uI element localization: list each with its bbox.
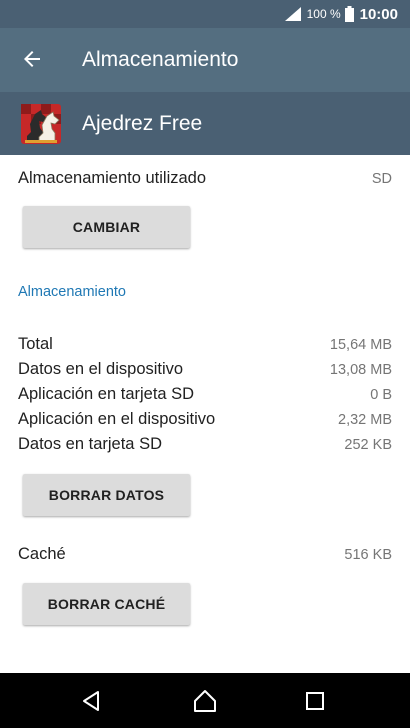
storage-row-sd-data: Datos en tarjeta SD 252 KB bbox=[18, 435, 392, 454]
storage-row-total: Total 15,64 MB bbox=[18, 335, 392, 354]
status-bar: 100 % 10:00 bbox=[0, 0, 410, 28]
storage-row-label: Datos en tarjeta SD bbox=[18, 435, 162, 453]
storage-row-device-data: Datos en el dispositivo 13,08 MB bbox=[18, 360, 392, 379]
clear-data-button[interactable]: BORRAR DATOS bbox=[23, 474, 190, 516]
storage-row-label: Aplicación en tarjeta SD bbox=[18, 385, 195, 403]
page-title: Almacenamiento bbox=[82, 48, 239, 71]
storage-row-value: 0 B bbox=[370, 386, 392, 403]
storage-row-label: Datos en el dispositivo bbox=[18, 360, 184, 378]
storage-used-label: Almacenamiento utilizado bbox=[18, 169, 207, 187]
storage-row-value: 13,08 MB bbox=[329, 361, 392, 378]
status-indicators: 100 % 10:00 bbox=[284, 0, 398, 28]
storage-row-value: 2,32 MB bbox=[338, 411, 392, 428]
change-button[interactable]: CAMBIAR bbox=[23, 206, 190, 248]
storage-row-value: 252 KB bbox=[344, 436, 392, 453]
clear-cache-button[interactable]: BORRAR CACHÉ bbox=[23, 583, 190, 625]
recents-icon[interactable] bbox=[303, 689, 327, 713]
back-triangle-icon[interactable] bbox=[80, 689, 104, 713]
storage-row-app-sd: Aplicación en tarjeta SD 0 B bbox=[18, 385, 392, 404]
storage-section-header: Almacenamiento bbox=[18, 284, 126, 300]
nav-bar bbox=[0, 673, 410, 728]
storage-row-label: Aplicación en el dispositivo bbox=[18, 410, 216, 428]
cache-row: Caché 516 KB bbox=[18, 545, 392, 564]
storage-row-value: 15,64 MB bbox=[329, 336, 392, 353]
storage-used-value: SD bbox=[371, 170, 392, 187]
app-name: Ajedrez Free bbox=[82, 112, 203, 135]
app-bar: Almacenamiento bbox=[0, 28, 410, 92]
storage-row-app-device: Aplicación en el dispositivo 2,32 MB bbox=[18, 410, 392, 429]
arrow-left-icon[interactable] bbox=[20, 47, 44, 71]
battery-percent: 100 % bbox=[306, 7, 341, 21]
cache-value: 516 KB bbox=[344, 546, 392, 563]
cache-label: Caché bbox=[18, 545, 66, 563]
signal-icon bbox=[284, 7, 301, 21]
app-header: Ajedrez Free bbox=[0, 92, 410, 155]
chess-knight-icon bbox=[21, 104, 61, 144]
storage-used-row: Almacenamiento utilizado SD bbox=[18, 169, 392, 188]
storage-row-label: Total bbox=[18, 335, 53, 353]
clock: 10:00 bbox=[359, 5, 398, 23]
home-icon[interactable] bbox=[193, 689, 217, 713]
battery-icon bbox=[344, 6, 354, 22]
